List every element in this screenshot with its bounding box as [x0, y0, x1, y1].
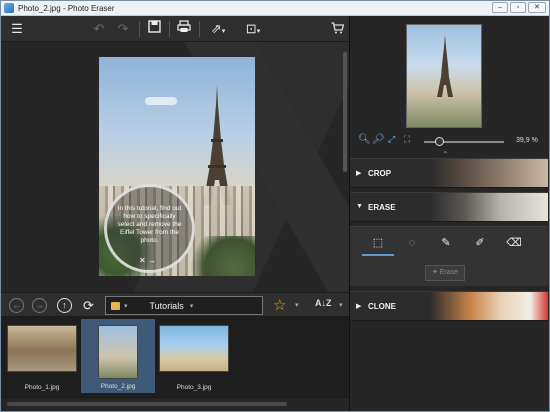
- erase-section-header[interactable]: ▼ ERASE: [350, 192, 548, 222]
- chevron-down-icon[interactable]: ▾: [295, 301, 299, 309]
- forward-icon[interactable]: →: [32, 298, 47, 313]
- zoom-in-icon[interactable]: 🔎︎: [372, 134, 385, 145]
- chevron-down-icon[interactable]: ▾: [339, 301, 343, 309]
- print-icon[interactable]: [176, 20, 192, 38]
- eiffel-tower-shape: [437, 35, 453, 97]
- clone-banner-image: [430, 292, 548, 320]
- active-tool-indicator: [362, 254, 394, 256]
- eraser-icon: ✦: [431, 269, 438, 276]
- crop-banner-image: [430, 159, 548, 187]
- lasso-select-icon[interactable]: ◌: [402, 235, 422, 251]
- section-label: CROP: [368, 169, 392, 178]
- thumbnail-image: [159, 325, 229, 372]
- redo-icon[interactable]: ↷: [115, 20, 131, 38]
- toolbar-divider: [199, 21, 200, 37]
- tutorial-text: In this tutorial, find out how to specif…: [117, 205, 182, 244]
- thumbnail-item[interactable]: Photo_1.jpg: [5, 325, 79, 391]
- clone-section-header[interactable]: ▶ CLONE: [350, 291, 548, 321]
- folder-select[interactable]: ▾ Tutorials ▾: [105, 296, 263, 315]
- main-toolbar: ☰ ↶ ↷ ⇗▾ ⊡▾: [1, 16, 349, 42]
- right-panel: 🔍︎ 🔎︎ ⤢ ⛶ 39,9 % ⌃ ▶ CROP ▼ ERASE ⬚ ◌ ✎ …: [349, 16, 549, 411]
- window-title: Photo_2.jpg - Photo Eraser: [18, 3, 115, 13]
- photo-canvas[interactable]: In this tutorial, find out how to specif…: [1, 42, 349, 292]
- title-bar: Photo_2.jpg - Photo Eraser – ▫ ✕: [1, 1, 549, 16]
- expand-arrow-icon: ▶: [356, 170, 362, 177]
- share-icon[interactable]: ⇗▾: [206, 20, 230, 38]
- brush-icon[interactable]: ✎: [436, 235, 456, 251]
- folder-icon: [111, 301, 120, 310]
- save-icon[interactable]: [146, 20, 162, 38]
- toolbar-divider: [169, 21, 170, 37]
- chevron-down-icon: ▾: [189, 302, 194, 310]
- toolbar-divider: [139, 21, 140, 37]
- collapse-arrow-icon: ▼: [356, 203, 363, 210]
- undo-icon[interactable]: ↶: [91, 20, 107, 38]
- star-icon[interactable]: ☆: [273, 296, 286, 314]
- thumbnail-label: Photo_2.jpg: [100, 383, 136, 390]
- section-label: CLONE: [368, 302, 396, 311]
- app-icon: [4, 3, 14, 13]
- thumbnail-image: [98, 325, 138, 379]
- pen-icon[interactable]: ✐: [470, 235, 490, 251]
- close-button[interactable]: ✕: [528, 2, 546, 13]
- thumbnail-item-selected[interactable]: Photo_2.jpg: [81, 319, 155, 393]
- browser-bar: ← → ↑ ⟳ ▾ Tutorials ▾ ☆ ▾ A↓Z ▾: [1, 292, 349, 317]
- erase-button-label: Erase: [439, 269, 459, 276]
- thumbnail-item[interactable]: Photo_3.jpg: [157, 325, 231, 391]
- navigator-preview[interactable]: [406, 24, 482, 128]
- erase-button[interactable]: ✦ Erase: [425, 265, 465, 281]
- fit-icon[interactable]: ⤢: [388, 134, 395, 145]
- folder-name: Tutorials: [149, 300, 184, 311]
- cloud-shape: [145, 97, 177, 105]
- rectangle-select-icon[interactable]: ⬚: [368, 235, 388, 251]
- zoom-out-icon[interactable]: 🔍︎: [358, 134, 371, 145]
- eraser-icon[interactable]: ⌫: [504, 235, 524, 251]
- thumbnail-label: Photo_3.jpg: [176, 384, 212, 391]
- menu-icon[interactable]: ☰: [9, 20, 25, 38]
- scrollbar-thumb[interactable]: [7, 402, 287, 406]
- thumbnail-label: Photo_1.jpg: [24, 384, 60, 391]
- up-folder-icon[interactable]: ↑: [57, 298, 72, 313]
- sort-button[interactable]: A↓Z: [315, 298, 332, 308]
- thumbnail-strip: Photo_1.jpg Photo_2.jpg Photo_3.jpg: [1, 317, 349, 397]
- section-label: ERASE: [368, 203, 396, 212]
- erase-tools: ⬚ ◌ ✎ ✐ ⌫ ✦ Erase: [350, 226, 548, 286]
- maximize-button[interactable]: ▫: [510, 2, 526, 13]
- app-window: Photo_2.jpg - Photo Eraser – ▫ ✕ ☰ ↶ ↷ ⇗…: [0, 0, 550, 412]
- thumbnail-scrollbar[interactable]: [1, 397, 349, 411]
- back-icon[interactable]: ←: [9, 298, 24, 313]
- zoom-value: 39,9 %: [516, 137, 538, 144]
- zoom-slider-knob[interactable]: [435, 137, 444, 146]
- minimize-button[interactable]: –: [492, 2, 508, 13]
- refresh-icon[interactable]: ⟳: [81, 298, 96, 313]
- cart-icon[interactable]: [331, 22, 345, 37]
- actual-size-icon[interactable]: ⛶: [404, 134, 410, 145]
- canvas-scrollbar[interactable]: [343, 52, 347, 172]
- expand-arrow-icon: ▶: [356, 303, 362, 310]
- trees: [185, 236, 255, 276]
- zoom-controls: 🔍︎ 🔎︎ ⤢ ⛶ 39,9 %: [354, 134, 546, 150]
- crop-section-header[interactable]: ▶ CROP: [350, 158, 548, 188]
- chevron-down-icon: ▾: [124, 302, 128, 310]
- resize-icon[interactable]: ⊡▾: [241, 20, 265, 38]
- erase-banner-image: [430, 193, 548, 221]
- thumbnail-image: [7, 325, 77, 372]
- tutorial-nav[interactable]: ✕ →: [139, 256, 156, 265]
